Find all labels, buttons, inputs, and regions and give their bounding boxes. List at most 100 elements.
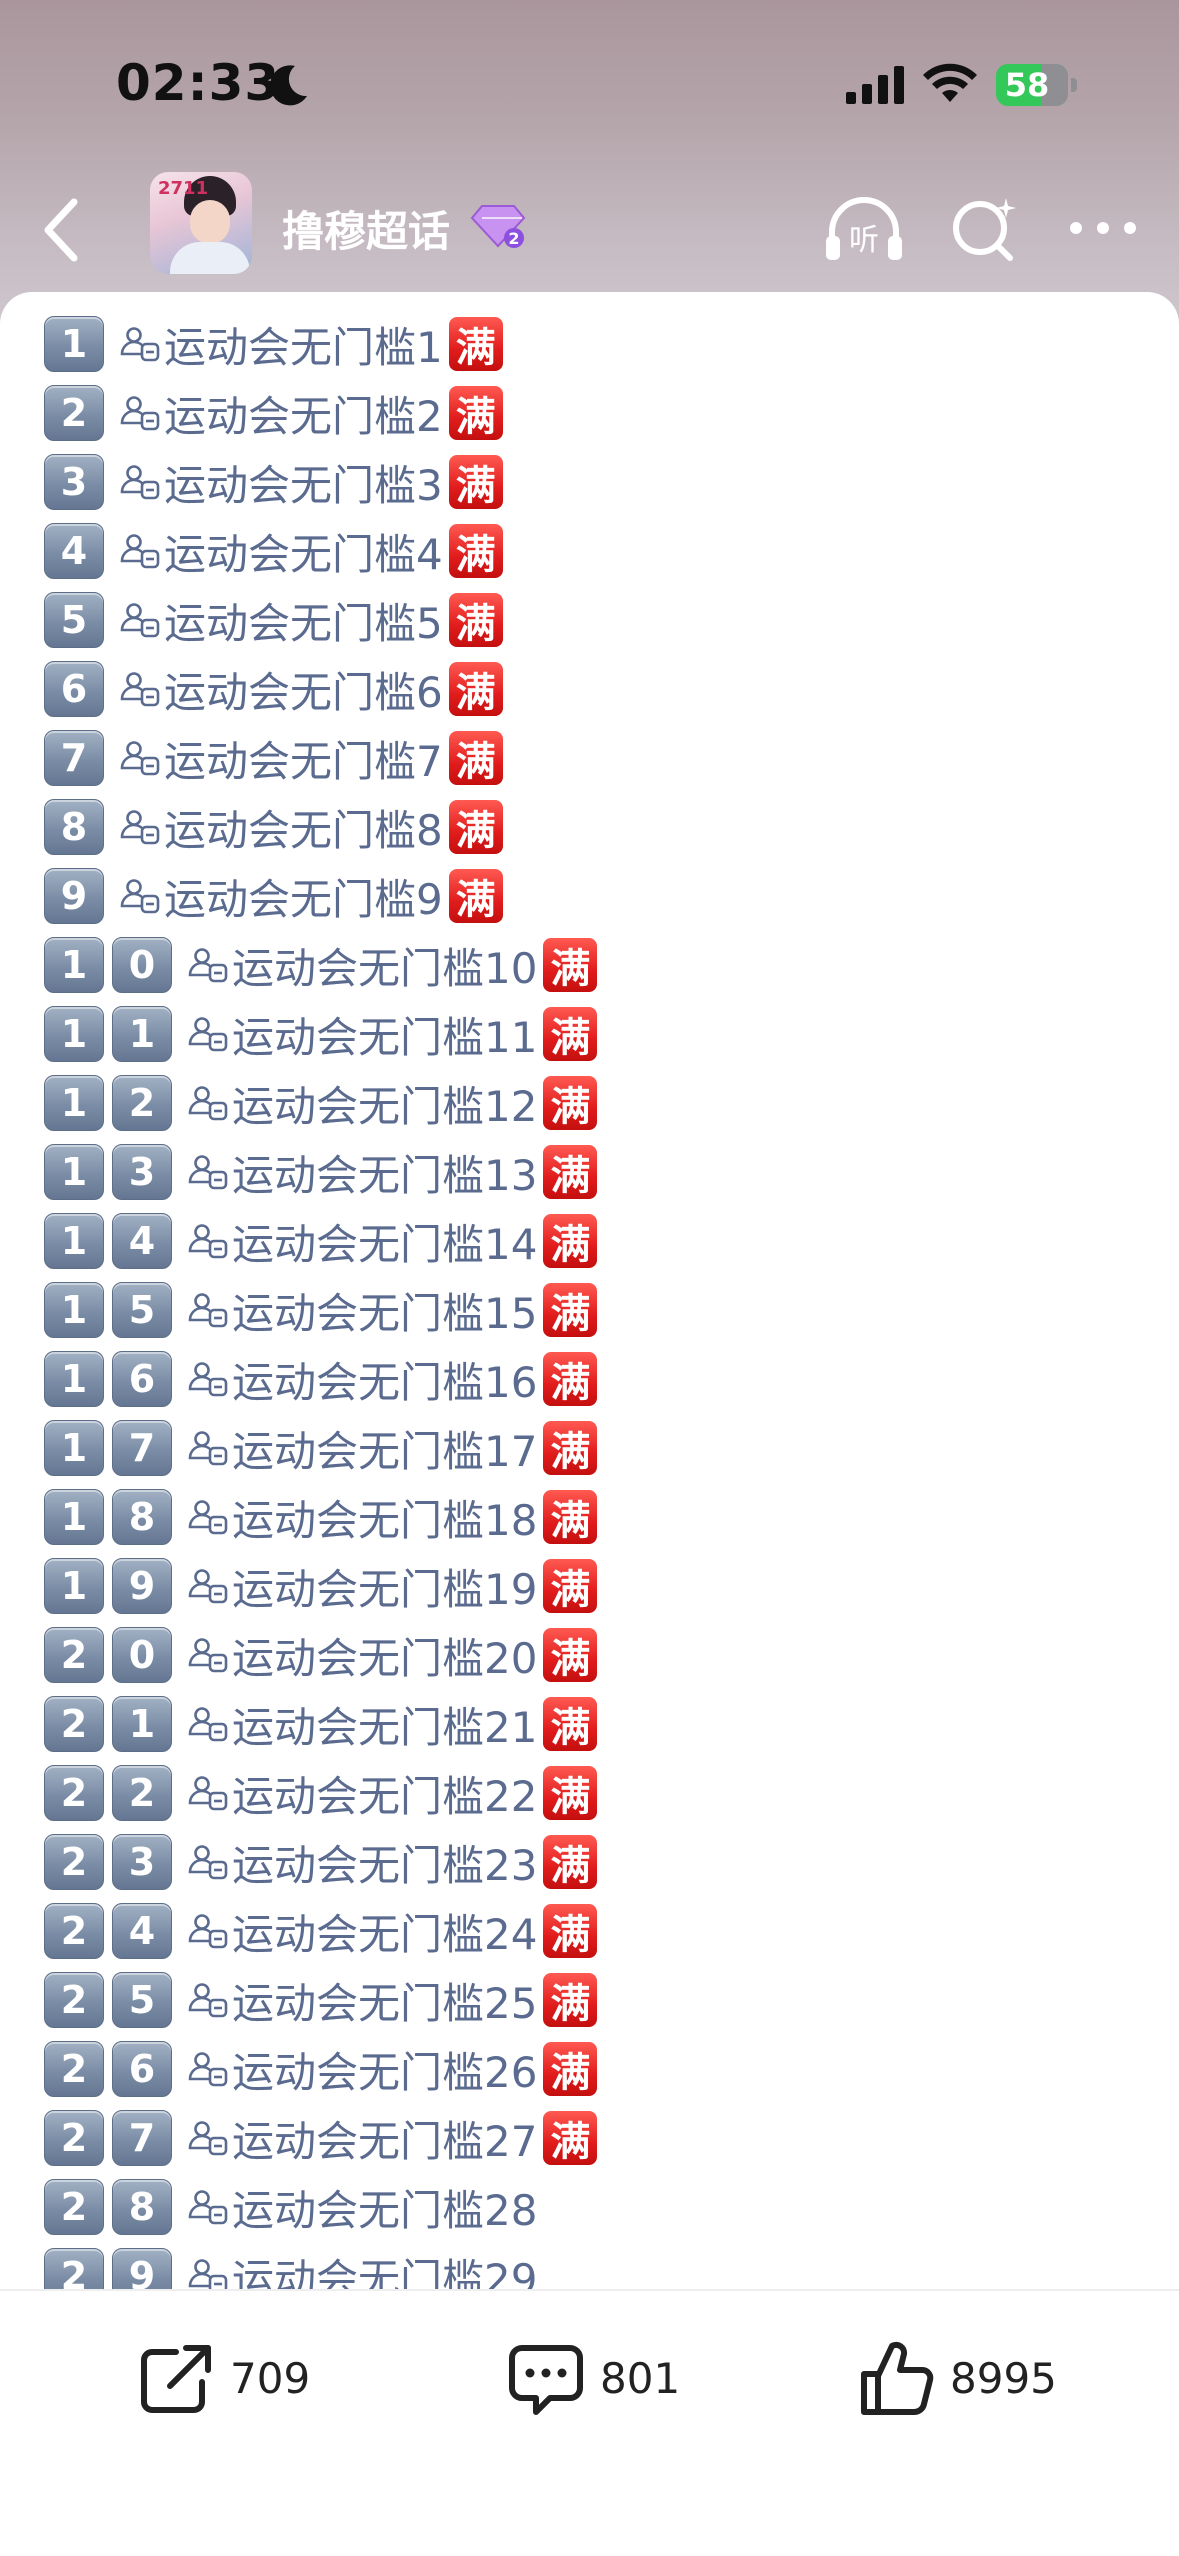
list-item[interactable]: 2 2 运动会无门槛22 满 xyxy=(44,1762,600,1824)
list-item-text: 运动会无门槛15 xyxy=(232,1288,538,1338)
list-item[interactable]: 2 运动会无门槛2 满 xyxy=(44,382,505,444)
number-keycap: 2 xyxy=(44,2041,104,2097)
comment-button[interactable]: 801 xyxy=(506,2333,680,2423)
list-item[interactable]: 7 运动会无门槛7 满 xyxy=(44,727,505,789)
number-keycap: 5 xyxy=(112,1282,172,1338)
list-item-text: 运动会无门槛10 xyxy=(232,943,538,993)
list-item-text: 运动会无门槛9 xyxy=(164,874,443,924)
battery-icon: 58 xyxy=(996,64,1080,106)
avatar[interactable]: 2711 xyxy=(150,172,252,274)
gem-badge-icon: 2 xyxy=(470,205,526,248)
number-keycap: 2 xyxy=(112,1765,172,1821)
list-item[interactable]: 1 运动会无门槛1 满 xyxy=(44,313,505,375)
number-keycap: 0 xyxy=(112,937,172,993)
list-item-text: 运动会无门槛21 xyxy=(232,1702,538,1752)
full-badge: 满 xyxy=(541,1695,600,1753)
list-item[interactable]: 1 9 运动会无门槛19 满 xyxy=(44,1555,600,1617)
activity-list: 1 运动会无门槛1 满 2 运动会无门槛2 满 3 运动会无门槛3 满 4 运动会无门槛4 满 5 运动会… xyxy=(0,292,1179,2289)
list-item[interactable]: 4 运动会无门槛4 满 xyxy=(44,520,505,582)
full-badge: 满 xyxy=(541,1005,600,1063)
full-badge: 满 xyxy=(541,2040,600,2098)
list-item[interactable]: 8 运动会无门槛8 满 xyxy=(44,796,505,858)
full-badge: 满 xyxy=(541,1350,600,1408)
number-keycap: 2 xyxy=(44,2248,104,2289)
list-item[interactable]: 9 运动会无门槛9 满 xyxy=(44,865,505,927)
number-keycap: 0 xyxy=(112,1627,172,1683)
people-link-icon xyxy=(188,2256,228,2289)
list-item-text: 运动会无门槛19 xyxy=(232,1564,538,1614)
list-item[interactable]: 5 运动会无门槛5 满 xyxy=(44,589,505,651)
full-badge: 满 xyxy=(541,936,600,994)
list-item[interactable]: 6 运动会无门槛6 满 xyxy=(44,658,505,720)
list-item[interactable]: 1 2 运动会无门槛12 满 xyxy=(44,1072,600,1134)
number-keycap: 7 xyxy=(112,1420,172,1476)
number-keycap: 8 xyxy=(112,2179,172,2235)
action-bar: 709 801 8995 xyxy=(0,2291,1179,2556)
number-keycap: 7 xyxy=(44,730,104,786)
list-item-text: 运动会无门槛5 xyxy=(164,598,443,648)
list-item[interactable]: 2 8 运动会无门槛28 xyxy=(44,2176,537,2238)
share-button[interactable]: 709 xyxy=(136,2333,310,2423)
full-badge: 满 xyxy=(541,1419,600,1477)
full-badge: 满 xyxy=(446,798,505,856)
list-item-text: 运动会无门槛6 xyxy=(164,667,443,717)
avatar-text: 2711 xyxy=(158,178,209,199)
number-keycap: 2 xyxy=(44,2179,104,2235)
list-item[interactable]: 1 8 运动会无门槛18 满 xyxy=(44,1486,600,1548)
back-icon[interactable] xyxy=(28,190,98,270)
list-item-text: 运动会无门槛16 xyxy=(232,1357,538,1407)
people-link-icon xyxy=(188,1773,228,1813)
list-item[interactable]: 1 5 运动会无门槛15 满 xyxy=(44,1279,600,1341)
more-icon[interactable] xyxy=(1066,208,1140,248)
gem-level: 2 xyxy=(508,229,519,248)
list-item[interactable]: 1 7 运动会无门槛17 满 xyxy=(44,1417,600,1479)
full-badge: 满 xyxy=(541,1488,600,1546)
signal-icon xyxy=(846,66,904,104)
list-item[interactable]: 2 5 运动会无门槛25 满 xyxy=(44,1969,600,2031)
people-link-icon xyxy=(120,669,160,709)
search-icon[interactable] xyxy=(948,192,1020,264)
people-link-icon xyxy=(188,1152,228,1192)
list-item[interactable]: 2 7 运动会无门槛27 满 xyxy=(44,2107,600,2169)
full-badge: 满 xyxy=(446,867,505,925)
people-link-icon xyxy=(188,2049,228,2089)
people-link-icon xyxy=(120,462,160,502)
full-badge: 满 xyxy=(446,315,505,373)
page-title[interactable]: 撸穆超话 xyxy=(282,198,450,259)
wifi-icon xyxy=(923,63,977,102)
like-button[interactable]: 8995 xyxy=(856,2333,1057,2423)
list-item-text: 运动会无门槛18 xyxy=(232,1495,538,1545)
people-link-icon xyxy=(188,1566,228,1606)
list-item[interactable]: 1 6 运动会无门槛16 满 xyxy=(44,1348,600,1410)
list-item[interactable]: 1 0 运动会无门槛10 满 xyxy=(44,934,600,996)
number-keycap: 8 xyxy=(44,799,104,855)
people-link-icon xyxy=(188,1428,228,1468)
number-keycap: 1 xyxy=(44,1351,104,1407)
list-item-text: 运动会无门槛4 xyxy=(164,529,443,579)
full-badge: 满 xyxy=(541,1143,600,1201)
status-time: 02:33 xyxy=(116,54,281,112)
people-link-icon xyxy=(120,876,160,916)
list-item[interactable]: 2 3 运动会无门槛23 满 xyxy=(44,1831,600,1893)
list-item-text: 运动会无门槛24 xyxy=(232,1909,538,1959)
list-item[interactable]: 1 4 运动会无门槛14 满 xyxy=(44,1210,600,1272)
list-item[interactable]: 2 6 运动会无门槛26 满 xyxy=(44,2038,600,2100)
number-keycap: 8 xyxy=(112,1489,172,1545)
number-keycap: 6 xyxy=(44,661,104,717)
listen-icon[interactable]: 听 xyxy=(822,194,906,266)
number-keycap: 1 xyxy=(44,937,104,993)
people-link-icon xyxy=(188,1083,228,1123)
list-item[interactable]: 3 运动会无门槛3 满 xyxy=(44,451,505,513)
list-item-text: 运动会无门槛17 xyxy=(232,1426,538,1476)
list-item[interactable]: 1 3 运动会无门槛13 满 xyxy=(44,1141,600,1203)
list-item[interactable]: 2 1 运动会无门槛21 满 xyxy=(44,1693,600,1755)
status-bar: 02:33 58 xyxy=(0,0,1179,170)
list-item[interactable]: 1 1 运动会无门槛11 满 xyxy=(44,1003,600,1065)
list-item[interactable]: 2 0 运动会无门槛20 满 xyxy=(44,1624,600,1686)
list-item[interactable]: 2 4 运动会无门槛24 满 xyxy=(44,1900,600,1962)
list-item-text: 运动会无门槛29 xyxy=(232,2254,538,2290)
people-link-icon xyxy=(120,393,160,433)
number-keycap: 5 xyxy=(112,1972,172,2028)
list-item-text: 运动会无门槛2 xyxy=(164,391,443,441)
list-item[interactable]: 2 9 运动会无门槛29 xyxy=(44,2245,537,2289)
